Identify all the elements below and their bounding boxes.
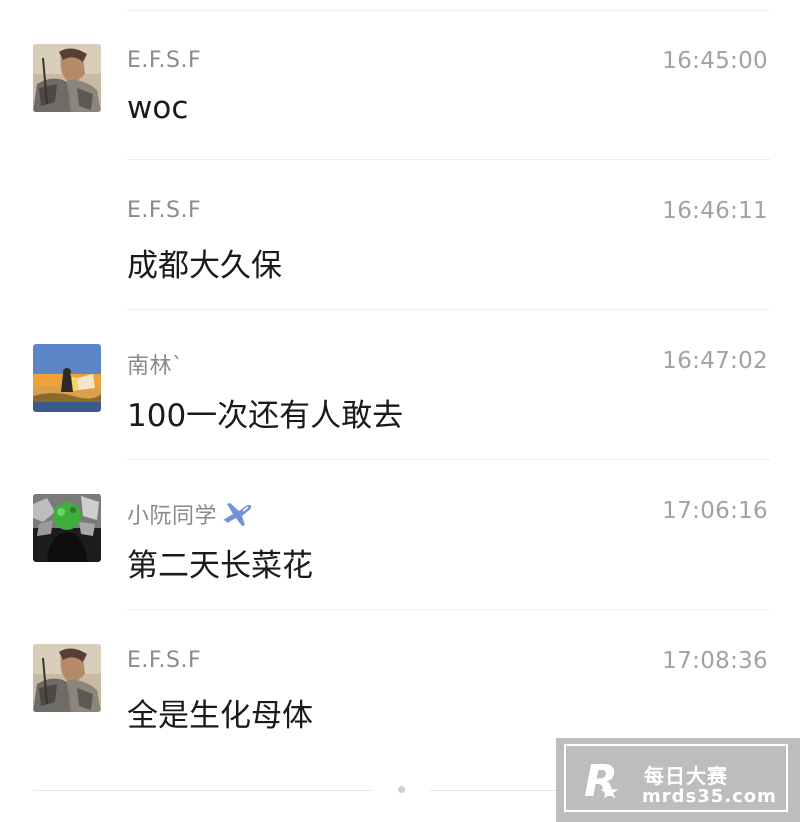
chat-message[interactable]: 小阮同学 17:06:16 第二天长菜花 bbox=[0, 460, 800, 610]
sender-name-text: 小阮同学 bbox=[127, 504, 218, 529]
sunset-field-avatar-icon bbox=[33, 344, 101, 412]
avatar[interactable] bbox=[33, 644, 101, 712]
avatar[interactable] bbox=[33, 494, 101, 562]
chat-message[interactable]: 南林` 16:47:02 100一次还有人敢去 bbox=[0, 310, 800, 460]
airplane-icon bbox=[219, 498, 253, 532]
message-text: 100一次还有人敢去 bbox=[127, 398, 404, 434]
watermark-logo-icon: R bbox=[584, 756, 619, 807]
avatar[interactable] bbox=[33, 344, 101, 412]
chat-history-page: E.F.S.F 16:45:00 woc E.F.S.F 16:46:11 成都… bbox=[0, 0, 800, 822]
chat-message[interactable]: E.F.S.F 16:45:00 woc bbox=[0, 10, 800, 160]
footer-divider-right bbox=[430, 790, 560, 791]
watermark-frame: R 每日大赛 mrds35.com bbox=[564, 744, 788, 812]
message-time: 17:06:16 bbox=[662, 498, 768, 524]
message-text: 全是生化母体 bbox=[127, 698, 313, 734]
chat-message[interactable]: E.F.S.F 16:46:11 成都大久保 bbox=[0, 160, 800, 310]
watermark-url: mrds35.com bbox=[642, 786, 777, 807]
sender-name: E.F.S.F bbox=[127, 648, 202, 673]
page-indicator-dot bbox=[398, 786, 405, 793]
sender-name: E.F.S.F bbox=[127, 198, 202, 223]
message-time: 16:47:02 bbox=[662, 348, 768, 374]
armored-warrior-avatar-icon bbox=[33, 44, 101, 112]
watermark: R 每日大赛 mrds35.com bbox=[556, 738, 800, 822]
sender-name: E.F.S.F bbox=[127, 48, 202, 73]
message-text: woc bbox=[127, 90, 189, 126]
message-text: 第二天长菜花 bbox=[127, 548, 313, 584]
message-time: 16:45:00 bbox=[662, 48, 768, 74]
svg-text:R: R bbox=[584, 756, 618, 807]
sender-name: 小阮同学 bbox=[127, 498, 253, 532]
green-head-avatar-icon bbox=[33, 494, 101, 562]
footer-divider-left bbox=[33, 790, 373, 791]
armored-warrior-avatar-icon bbox=[33, 644, 101, 712]
message-time: 17:08:36 bbox=[662, 648, 768, 674]
avatar[interactable] bbox=[33, 44, 101, 112]
watermark-title: 每日大赛 bbox=[644, 764, 728, 788]
message-time: 16:46:11 bbox=[662, 198, 768, 224]
message-text: 成都大久保 bbox=[127, 248, 282, 284]
sender-name: 南林` bbox=[127, 354, 184, 379]
